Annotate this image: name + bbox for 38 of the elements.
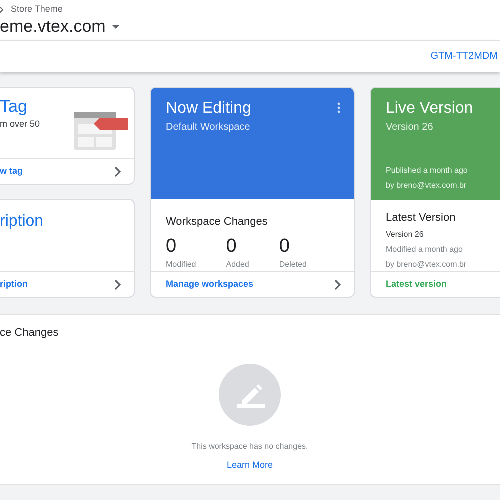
section-title: Workspace Changes	[166, 216, 268, 228]
learn-more-link[interactable]: Learn More	[226, 458, 274, 472]
card-title: Live Version	[386, 99, 474, 119]
stat-label: Deleted	[279, 259, 307, 272]
modified-text: Modified a month ago	[386, 244, 464, 256]
tag-illustration-icon	[74, 112, 128, 150]
empty-message: This workspace has no changes.	[192, 440, 308, 452]
card-title: Tag	[0, 96, 28, 118]
modified-by-text: by breno@vtex.com.br	[386, 259, 468, 272]
chevron-right-icon	[114, 278, 122, 290]
version-text: Version 26	[386, 229, 425, 242]
chevron-right-icon	[334, 278, 342, 291]
latest-version-link[interactable]: Latest version	[386, 278, 448, 292]
chevron-right-icon	[114, 166, 122, 178]
stat-label: Modified	[166, 259, 196, 272]
description-link[interactable]: ription	[0, 278, 28, 292]
container-id[interactable]: GTM-TT2MDM	[430, 49, 498, 64]
version-label: Version 26	[386, 121, 434, 135]
panel-title: ce Changes	[0, 326, 60, 341]
more-vertical-icon[interactable]	[337, 102, 341, 114]
new-tag-link[interactable]: w tag	[0, 164, 24, 178]
published-text: Published a month ago	[386, 164, 469, 177]
workspace-name: Default Workspace	[166, 121, 252, 135]
card-text: m over 50	[0, 118, 40, 131]
stat-value: 0	[226, 235, 238, 260]
stat-value: 0	[279, 235, 291, 260]
card-title: ription	[0, 213, 44, 230]
manage-workspaces-link[interactable]: Manage workspaces	[166, 278, 254, 292]
container-selector[interactable]: eme.vtex.com	[0, 17, 500, 38]
stat-value: 0	[166, 235, 178, 260]
pencil-icon	[219, 364, 281, 426]
published-by-text: by breno@vtex.com.br	[386, 180, 468, 192]
chevron-right-icon	[0, 6, 4, 12]
section-title: Latest Version	[386, 210, 457, 226]
card-title: Now Editing	[166, 99, 252, 119]
stat-label: Added	[226, 259, 250, 272]
dropdown-icon	[112, 25, 120, 30]
breadcrumb[interactable]: Store Theme	[11, 2, 63, 16]
